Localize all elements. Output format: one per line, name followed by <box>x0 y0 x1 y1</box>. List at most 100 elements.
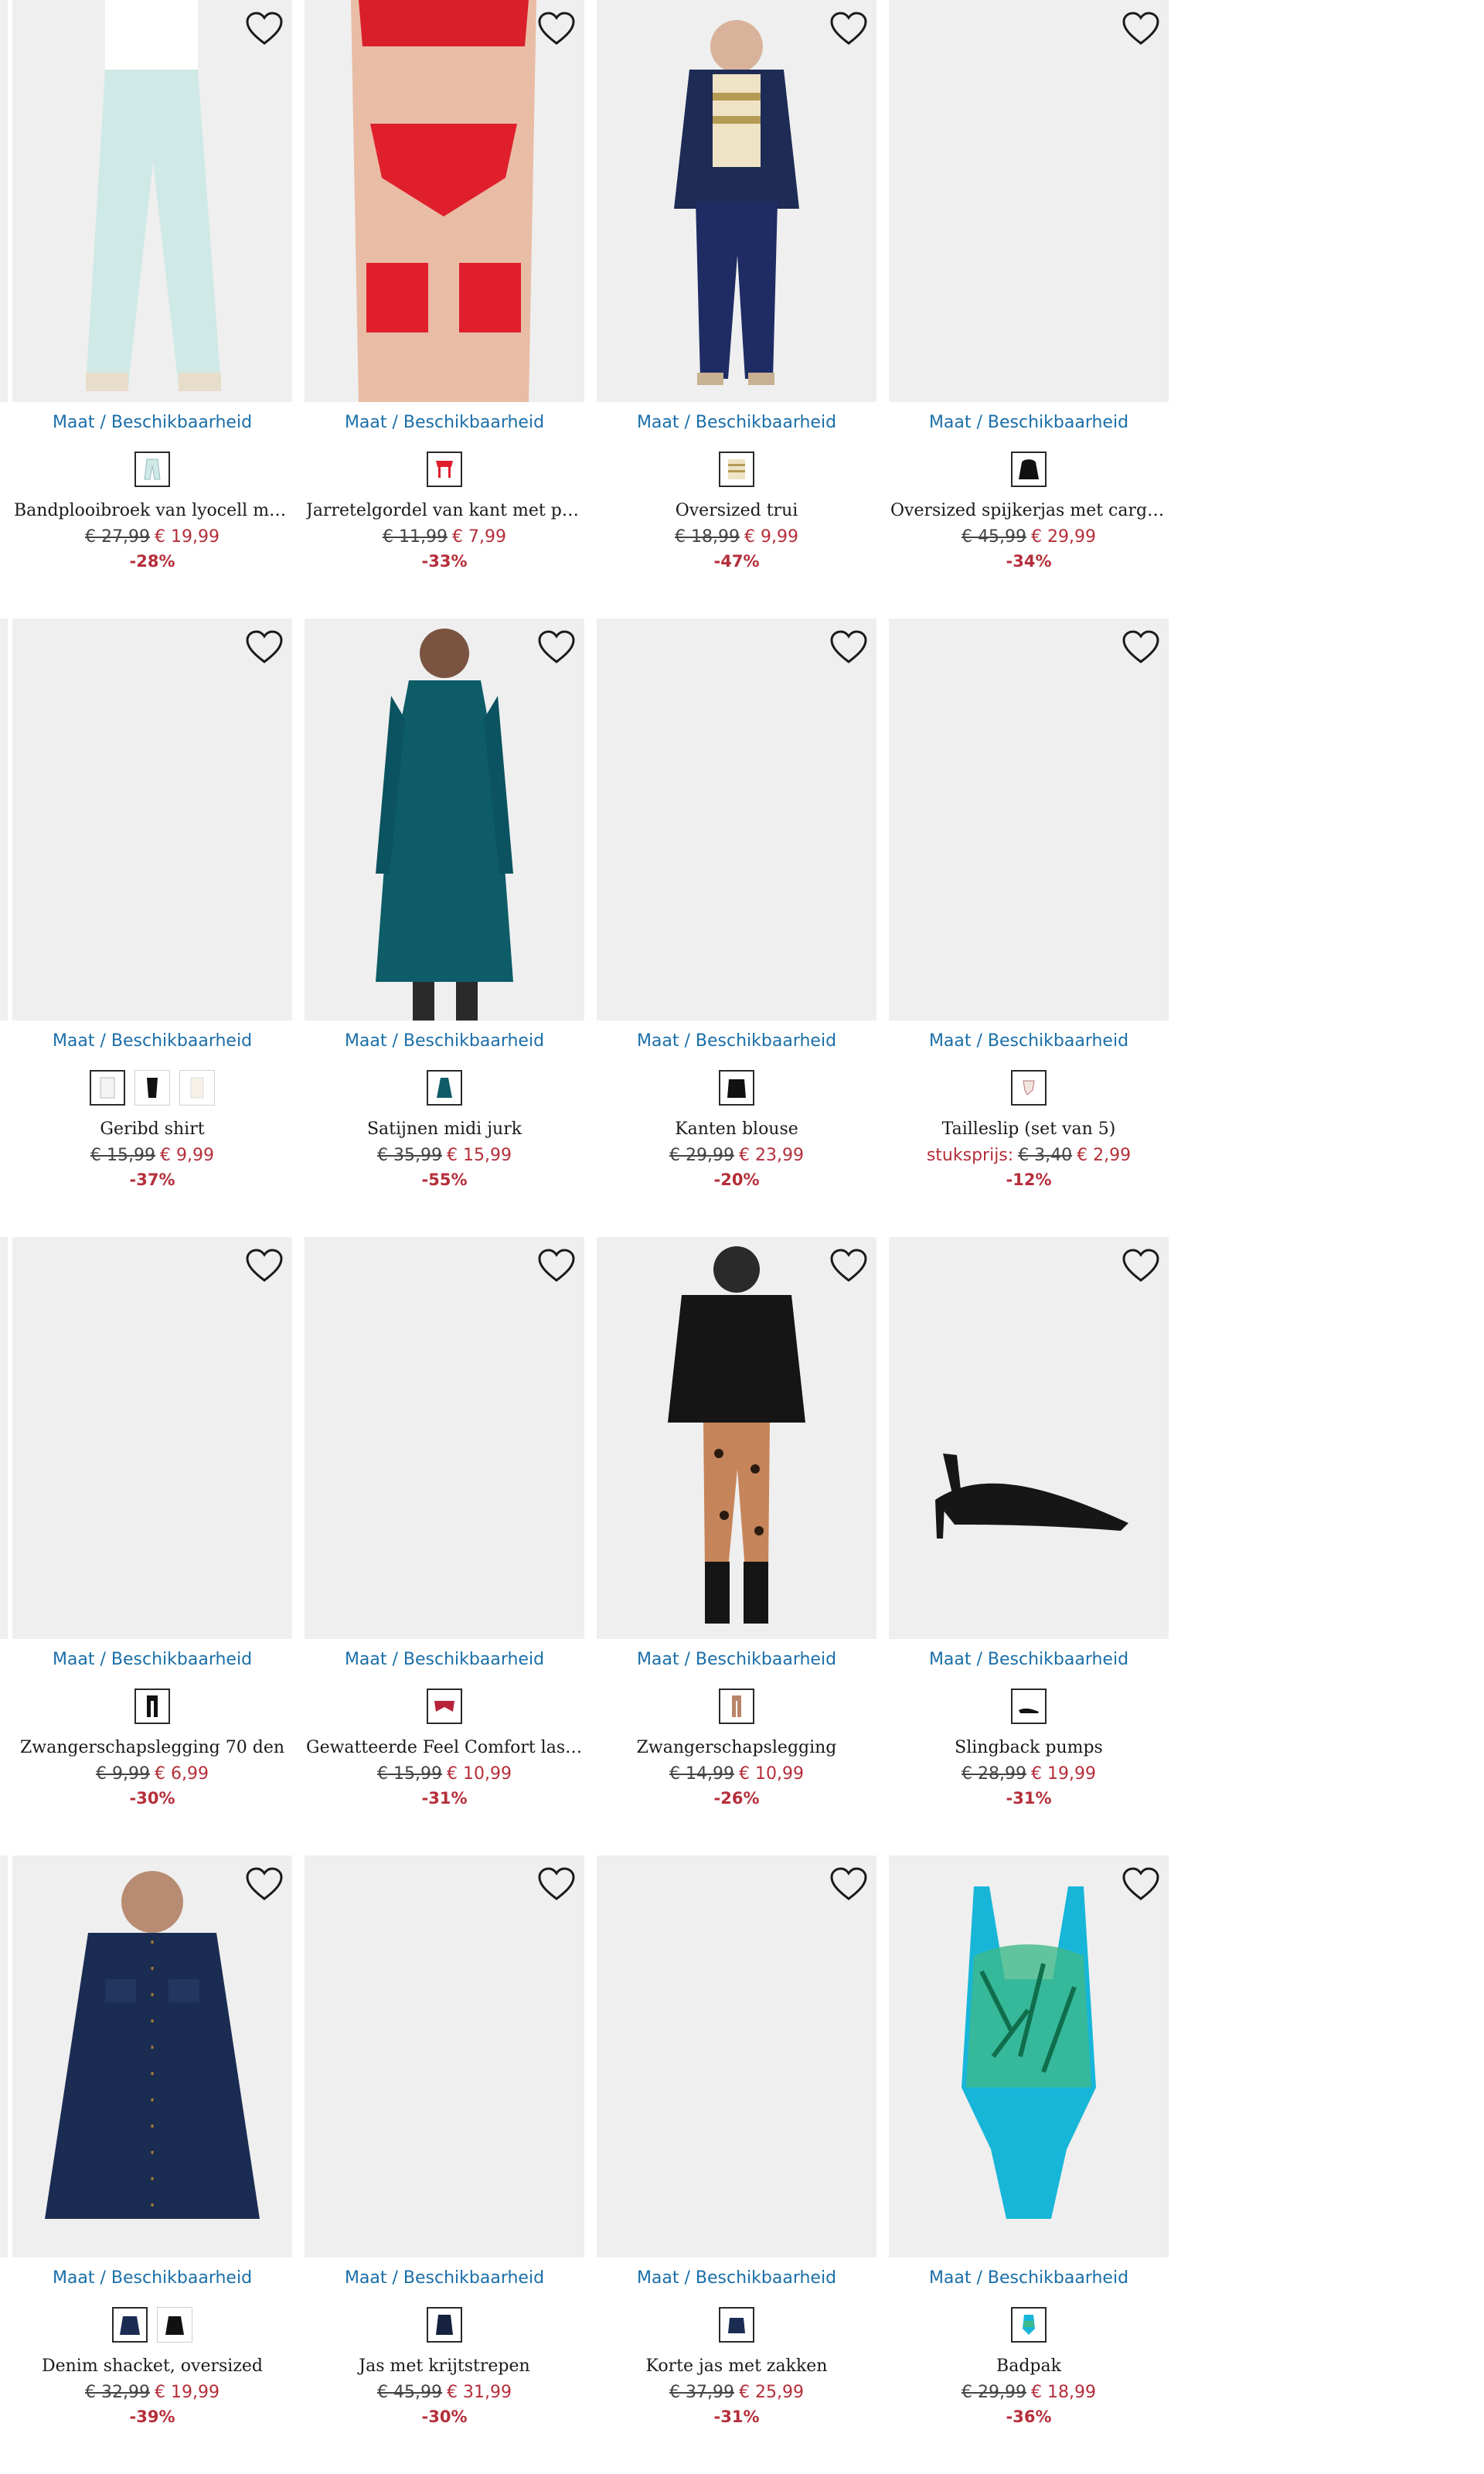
product-card[interactable]: Maat / Beschikbaarheid Jas met krijtstrep… <box>298 1855 591 2474</box>
wishlist-heart-icon[interactable] <box>244 1248 284 1285</box>
product-name[interactable]: Tailleslip (set van 5) <box>890 1119 1167 1139</box>
size-availability-link[interactable]: Maat / Beschikbaarheid <box>591 413 883 432</box>
product-name[interactable]: Geribd shirt <box>14 1119 291 1139</box>
striped-sweater-thumb-swatch[interactable] <box>719 452 754 487</box>
product-name[interactable]: Gewatteerde Feel Comfort lasercu... <box>306 1738 583 1757</box>
brown-legging-thumb-swatch[interactable] <box>719 1689 754 1724</box>
product-name[interactable]: Denim shacket, oversized <box>14 2356 291 2376</box>
wishlist-heart-icon[interactable] <box>536 1248 577 1285</box>
navy-short-jacket-thumb-swatch[interactable] <box>719 2307 754 2343</box>
black-jacket-thumb-swatch[interactable] <box>1011 452 1047 487</box>
product-name[interactable]: Satijnen midi jurk <box>306 1119 583 1139</box>
product-card[interactable]: Maat / Beschikbaarheid Badpak € 29,99 € 18,… <box>883 1855 1175 2474</box>
product-image[interactable] <box>597 1237 876 1639</box>
red-garter-thumb-swatch[interactable] <box>427 452 462 487</box>
product-image[interactable] <box>889 1855 1169 2258</box>
product-card[interactable]: Maat / Beschikbaarheid Zwangerschapsleggi… <box>6 1237 298 1855</box>
red-bra-thumb-swatch[interactable] <box>427 1689 462 1724</box>
product-card[interactable]: Maat / Beschikbaarheid Gewatteerde Feel C… <box>298 1237 591 1855</box>
product-image[interactable] <box>305 1855 584 2258</box>
product-image[interactable] <box>597 618 876 1021</box>
size-availability-link[interactable]: Maat / Beschikbaarheid <box>298 1031 591 1051</box>
product-image[interactable] <box>12 1237 292 1639</box>
size-availability-link[interactable]: Maat / Beschikbaarheid <box>883 1650 1175 1669</box>
wishlist-heart-icon[interactable] <box>244 1866 284 1903</box>
product-card[interactable]: Maat / Beschikbaarheid Kanten blouse € 29,… <box>591 618 883 1237</box>
product-name[interactable]: Bandplooibroek van lyocell met ko... <box>14 501 291 520</box>
size-availability-link[interactable]: Maat / Beschikbaarheid <box>591 1650 883 1669</box>
brief-thumb-swatch[interactable] <box>1011 1070 1047 1106</box>
product-card[interactable]: Maat / Beschikbaarheid Oversized spijkerj… <box>883 0 1175 618</box>
navy-jacket-thumb-swatch[interactable] <box>112 2307 148 2343</box>
product-name[interactable]: Kanten blouse <box>598 1119 875 1139</box>
product-name[interactable]: Zwangerschapslegging 70 den <box>14 1738 291 1757</box>
product-image[interactable] <box>12 618 292 1021</box>
size-availability-link[interactable]: Maat / Beschikbaarheid <box>6 1031 298 1051</box>
swimsuit-thumb-swatch[interactable] <box>1011 2307 1047 2343</box>
product-name[interactable]: Badpak <box>890 2356 1167 2376</box>
product-name[interactable]: Korte jas met zakken <box>598 2356 875 2376</box>
wishlist-heart-icon[interactable] <box>536 11 577 48</box>
product-image[interactable] <box>889 1237 1169 1639</box>
size-availability-link[interactable]: Maat / Beschikbaarheid <box>298 1650 591 1669</box>
product-image[interactable] <box>305 618 584 1021</box>
product-card[interactable]: Maat / Beschikbaarheid Satijnen midi jurk… <box>298 618 591 1237</box>
product-card[interactable]: Maat / Beschikbaarheid Jarretelgordel van… <box>298 0 591 618</box>
product-image[interactable] <box>12 1855 292 2258</box>
product-image[interactable] <box>597 0 876 402</box>
wishlist-heart-icon[interactable] <box>829 1248 869 1285</box>
white-shirt-thumb-swatch[interactable] <box>90 1070 125 1106</box>
size-availability-link[interactable]: Maat / Beschikbaarheid <box>6 2268 298 2288</box>
wishlist-heart-icon[interactable] <box>1121 629 1161 666</box>
product-card[interactable]: Maat / Beschikbaarheid Zwangerschapsleggi… <box>591 1237 883 1855</box>
black-shirt-thumb-swatch[interactable] <box>134 1070 170 1106</box>
wishlist-heart-icon[interactable] <box>244 629 284 666</box>
wishlist-heart-icon[interactable] <box>536 1866 577 1903</box>
wishlist-heart-icon[interactable] <box>829 629 869 666</box>
size-availability-link[interactable]: Maat / Beschikbaarheid <box>883 1031 1175 1051</box>
product-name[interactable]: Zwangerschapslegging <box>598 1738 875 1757</box>
size-availability-link[interactable]: Maat / Beschikbaarheid <box>298 413 591 432</box>
size-availability-link[interactable]: Maat / Beschikbaarheid <box>883 2268 1175 2288</box>
size-availability-link[interactable]: Maat / Beschikbaarheid <box>591 1031 883 1051</box>
ivory-shirt-thumb-swatch[interactable] <box>179 1070 215 1106</box>
wishlist-heart-icon[interactable] <box>829 11 869 48</box>
black-blouse-thumb-swatch[interactable] <box>719 1070 754 1106</box>
size-availability-link[interactable]: Maat / Beschikbaarheid <box>6 1650 298 1669</box>
black-jacket-thumb-2-swatch[interactable] <box>157 2307 192 2343</box>
product-name[interactable]: Jas met krijtstrepen <box>306 2356 583 2376</box>
product-image[interactable] <box>305 1237 584 1639</box>
product-name[interactable]: Oversized spijkerjas met cargodetails <box>890 501 1167 520</box>
product-name[interactable]: Jarretelgordel van kant met paillet... <box>306 501 583 520</box>
black-legging-thumb-swatch[interactable] <box>134 1689 170 1724</box>
product-card[interactable]: Maat / Beschikbaarheid Oversized trui € 18… <box>591 0 883 618</box>
wishlist-heart-icon[interactable] <box>1121 1866 1161 1903</box>
navy-coat-thumb-swatch[interactable] <box>427 2307 462 2343</box>
product-card[interactable]: Maat / Beschikbaarheid Geribd shirt € 15,9… <box>6 618 298 1237</box>
wishlist-heart-icon[interactable] <box>1121 11 1161 48</box>
pump-thumb-swatch[interactable] <box>1011 1689 1047 1724</box>
product-image[interactable] <box>12 0 292 402</box>
size-availability-link[interactable]: Maat / Beschikbaarheid <box>6 413 298 432</box>
light-blue-trousers-thumb-swatch[interactable] <box>134 452 170 487</box>
size-availability-link[interactable]: Maat / Beschikbaarheid <box>883 413 1175 432</box>
product-image[interactable] <box>889 618 1169 1021</box>
product-card[interactable]: Maat / Beschikbaarheid Tailleslip (set va… <box>883 618 1175 1237</box>
wishlist-heart-icon[interactable] <box>829 1866 869 1903</box>
product-image[interactable] <box>889 0 1169 402</box>
product-card[interactable]: Maat / Beschikbaarheid Bandplooibroek van… <box>6 0 298 618</box>
product-name[interactable]: Slingback pumps <box>890 1738 1167 1757</box>
size-availability-link[interactable]: Maat / Beschikbaarheid <box>591 2268 883 2288</box>
product-image[interactable] <box>597 1855 876 2258</box>
product-card[interactable]: Maat / Beschikbaarheid Denim shacket, ove… <box>6 1855 298 2474</box>
size-availability-link[interactable]: Maat / Beschikbaarheid <box>298 2268 591 2288</box>
product-card[interactable]: Maat / Beschikbaarheid Slingback pumps € 2… <box>883 1237 1175 1855</box>
wishlist-heart-icon[interactable] <box>536 629 577 666</box>
sale-price: € 9,99 <box>160 1146 214 1165</box>
product-name[interactable]: Oversized trui <box>598 501 875 520</box>
wishlist-heart-icon[interactable] <box>1121 1248 1161 1285</box>
teal-dress-thumb-swatch[interactable] <box>427 1070 462 1106</box>
product-image[interactable] <box>305 0 584 402</box>
product-card[interactable]: Maat / Beschikbaarheid Korte jas met zakk… <box>591 1855 883 2474</box>
wishlist-heart-icon[interactable] <box>244 11 284 48</box>
